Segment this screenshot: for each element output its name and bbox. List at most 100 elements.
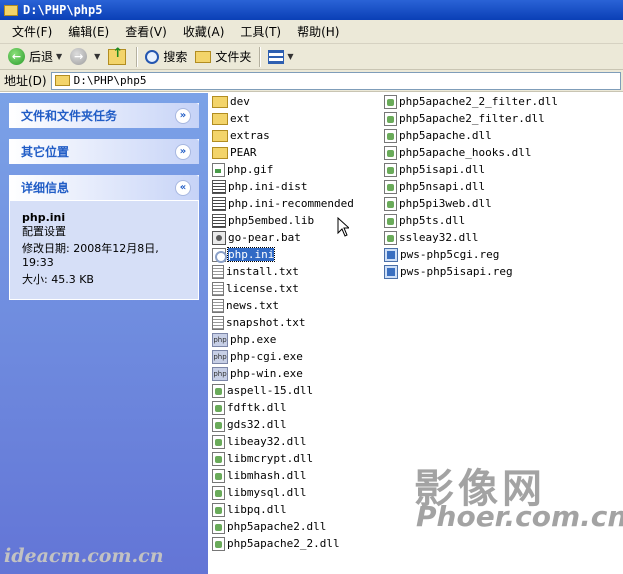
window-title: D:\PHP\php5: [23, 3, 103, 17]
up-folder-button[interactable]: [104, 46, 132, 68]
forward-button[interactable]: → ▼: [66, 46, 104, 68]
dll-file-icon: [212, 485, 225, 500]
file-item[interactable]: libeay32.dll: [212, 433, 354, 450]
detail-size: 大小: 45.3 KB: [22, 273, 94, 286]
txt-file-icon: [212, 264, 224, 279]
panel-file-tasks: 文件和文件夹任务 »: [9, 103, 199, 128]
txt-file-icon: [212, 315, 224, 330]
file-name: install.txt: [226, 265, 299, 278]
file-item[interactable]: dev: [212, 93, 354, 110]
file-item[interactable]: php.gif: [212, 161, 354, 178]
detail-file-name: php.ini: [22, 211, 66, 224]
mouse-cursor-icon: [337, 217, 349, 237]
file-name: php5apache.dll: [399, 129, 492, 142]
folder-icon: [54, 75, 70, 86]
dll-file-icon: [384, 145, 397, 160]
address-input[interactable]: D:\PHP\php5: [50, 71, 621, 90]
search-button[interactable]: 搜索: [141, 46, 191, 68]
menu-edit[interactable]: 编辑(E): [60, 23, 117, 40]
watermark-site: Phoer.com.cn: [416, 500, 623, 533]
file-item[interactable]: snapshot.txt: [212, 314, 354, 331]
menu-favorites[interactable]: 收藏(A): [175, 23, 233, 40]
file-name: php.ini: [226, 247, 276, 262]
file-item[interactable]: news.txt: [212, 297, 354, 314]
back-button[interactable]: ← 后退 ▼: [4, 46, 66, 68]
file-item[interactable]: php.ini-recommended: [212, 195, 354, 212]
collapse-chevron-icon[interactable]: «: [175, 179, 191, 196]
address-bar: 地址(D) D:\PHP\php5: [0, 70, 623, 92]
file-name: php.ini-recommended: [228, 197, 354, 210]
file-item[interactable]: libmysql.dll: [212, 484, 354, 501]
txt-file-icon: [212, 281, 224, 296]
file-item[interactable]: php5isapi.dll: [384, 161, 558, 178]
file-item[interactable]: ssleay32.dll: [384, 229, 558, 246]
file-item[interactable]: go-pear.bat: [212, 229, 354, 246]
views-button[interactable]: ▼: [264, 46, 297, 68]
exe-file-icon: php: [212, 366, 228, 381]
chevron-down-icon[interactable]: ▼: [287, 52, 293, 61]
file-item[interactable]: php5nsapi.dll: [384, 178, 558, 195]
folder-icon: [212, 112, 228, 125]
file-item[interactable]: php5apache2_filter.dll: [384, 110, 558, 127]
file-item[interactable]: aspell-15.dll: [212, 382, 354, 399]
toolbar: ← 后退 ▼ → ▼ 搜索 文件夹 ▼: [0, 44, 623, 70]
file-item[interactable]: extras: [212, 127, 354, 144]
file-item[interactable]: php.ini: [212, 246, 354, 263]
menu-view[interactable]: 查看(V): [117, 23, 175, 40]
file-item[interactable]: php5apache2_2.dll: [212, 535, 354, 552]
file-item[interactable]: license.txt: [212, 280, 354, 297]
file-name: gds32.dll: [227, 418, 287, 431]
dll-file-icon: [212, 536, 225, 551]
file-item[interactable]: libmcrypt.dll: [212, 450, 354, 467]
file-item[interactable]: fdftk.dll: [212, 399, 354, 416]
panel-file-tasks-header[interactable]: 文件和文件夹任务 »: [9, 103, 199, 128]
file-name: libmysql.dll: [227, 486, 307, 499]
file-item[interactable]: libmhash.dll: [212, 467, 354, 484]
file-item[interactable]: pws-php5cgi.reg: [384, 246, 558, 263]
file-name: fdftk.dll: [227, 401, 287, 414]
file-item[interactable]: php5apache.dll: [384, 127, 558, 144]
menu-file[interactable]: 文件(F): [4, 23, 60, 40]
file-name: ext: [230, 112, 250, 125]
details-body: php.ini 配置设置 修改日期: 2008年12月8日, 19:33 大小:…: [9, 200, 199, 300]
file-item[interactable]: libpq.dll: [212, 501, 354, 518]
search-label: 搜索: [163, 50, 188, 64]
expand-chevron-icon[interactable]: »: [175, 107, 191, 124]
file-name: php5apache2_2.dll: [227, 537, 340, 550]
toolbar-divider: [136, 46, 138, 67]
file-item[interactable]: pws-php5isapi.reg: [384, 263, 558, 280]
file-item[interactable]: php php-win.exe: [212, 365, 354, 382]
file-item[interactable]: install.txt: [212, 263, 354, 280]
menu-tools[interactable]: 工具(T): [232, 23, 289, 40]
back-arrow-icon: ←: [8, 48, 25, 65]
file-item[interactable]: gds32.dll: [212, 416, 354, 433]
folders-label: 文件夹: [215, 50, 252, 64]
back-label: 后退: [29, 50, 54, 64]
folder-up-icon: [108, 46, 127, 65]
expand-chevron-icon[interactable]: »: [175, 143, 191, 160]
panel-details-header[interactable]: 详细信息 «: [9, 175, 199, 200]
panel-title: 文件和文件夹任务: [21, 109, 118, 123]
file-name: pws-php5isapi.reg: [400, 265, 513, 278]
file-item[interactable]: php5apache2.dll: [212, 518, 354, 535]
title-bar: D:\PHP\php5: [0, 0, 623, 20]
file-item[interactable]: php5embed.lib: [212, 212, 354, 229]
file-item[interactable]: php5ts.dll: [384, 212, 558, 229]
file-item[interactable]: PEAR: [212, 144, 354, 161]
file-name: php5embed.lib: [228, 214, 315, 227]
file-item[interactable]: php php.exe: [212, 331, 354, 348]
panel-other-places-header[interactable]: 其它位置 »: [9, 139, 199, 164]
file-item[interactable]: php5apache_hooks.dll: [384, 144, 558, 161]
file-item[interactable]: php5pi3web.dll: [384, 195, 558, 212]
file-item[interactable]: php php-cgi.exe: [212, 348, 354, 365]
dll-file-icon: [212, 383, 225, 398]
menu-help[interactable]: 帮助(H): [289, 23, 347, 40]
file-item[interactable]: php.ini-dist: [212, 178, 354, 195]
file-item[interactable]: ext: [212, 110, 354, 127]
file-name: libpq.dll: [227, 503, 287, 516]
file-item[interactable]: php5apache2_2_filter.dll: [384, 93, 558, 110]
file-name: php-cgi.exe: [230, 350, 303, 363]
chevron-down-icon[interactable]: ▼: [94, 52, 100, 61]
folders-button[interactable]: 文件夹: [191, 46, 255, 68]
chevron-down-icon[interactable]: ▼: [56, 52, 62, 61]
